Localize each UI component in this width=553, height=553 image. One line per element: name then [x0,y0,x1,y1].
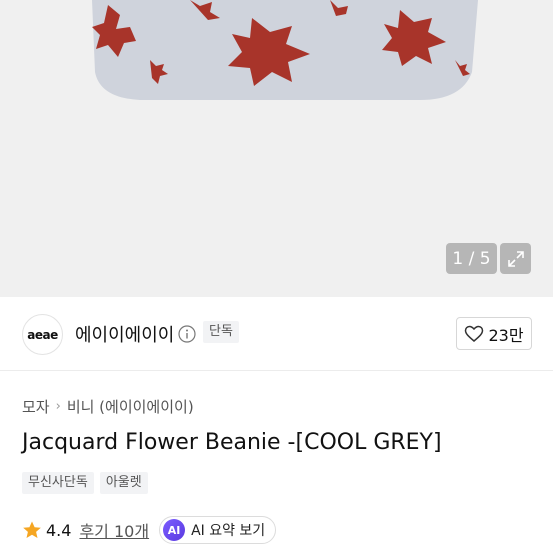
ai-summary-label: AI 요약 보기 [191,523,266,539]
review-count-link[interactable]: 후기 10개 [79,518,149,542]
heart-icon [465,325,484,342]
brand-name[interactable]: 에이이에이이 [75,321,174,347]
exclusive-badge: 단독 [203,321,239,343]
product-image-viewer[interactable]: 1 / 5 [0,0,553,297]
ai-badge-icon: AI [163,519,186,541]
tag-outlet: 아울렛 [99,472,148,494]
rating-row: 4.4 후기 10개 AI AI 요약 보기 [22,516,277,544]
star-icon [23,521,41,538]
product-tags: 무신사단독 아울렛 [22,472,148,494]
tag-musinsa-exclusive: 무신사단독 [22,472,94,494]
brand-row: aeae 에이이에이이 단독 23만 [0,297,553,371]
breadcrumb-category[interactable]: 모자 [22,396,50,417]
expand-icon [507,250,524,267]
like-count: 23만 [488,325,524,345]
expand-button[interactable] [500,243,531,274]
brand-logo-text: aeae [27,327,58,342]
image-counter: 1 / 5 [446,243,497,274]
ai-summary-button[interactable]: AI AI 요약 보기 [159,516,277,544]
info-icon[interactable] [178,325,196,343]
rating-score: 4.4 [46,520,72,540]
product-title: Jacquard Flower Beanie -[COOL GREY] [22,430,442,455]
brand-logo[interactable]: aeae [22,314,63,355]
like-button[interactable]: 23만 [456,317,532,350]
chevron-right-icon: › [55,399,61,414]
breadcrumb-subcategory[interactable]: 비니 (에이이에이이) [67,396,194,417]
breadcrumb: 모자 › 비니 (에이이에이이) [22,396,194,417]
